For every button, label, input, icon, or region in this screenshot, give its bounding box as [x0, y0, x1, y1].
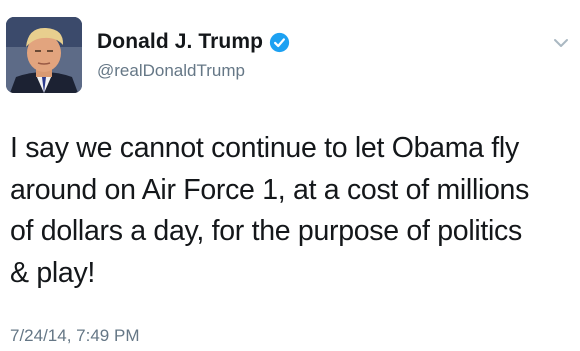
author-row: Donald J. Trump — [97, 30, 290, 54]
tweet-card: Donald J. Trump @realDonaldTrump I say w… — [0, 0, 580, 351]
chevron-down-icon[interactable] — [553, 36, 569, 48]
avatar[interactable] — [6, 17, 82, 93]
profile-photo-icon — [6, 17, 82, 93]
tweet-timestamp[interactable]: 7/24/14, 7:49 PM — [10, 326, 139, 346]
display-name[interactable]: Donald J. Trump — [97, 30, 263, 54]
author-handle[interactable]: @realDonaldTrump — [97, 61, 245, 81]
verified-badge-icon — [269, 32, 290, 53]
tweet-text: I say we cannot continue to let Obama fl… — [10, 132, 530, 289]
